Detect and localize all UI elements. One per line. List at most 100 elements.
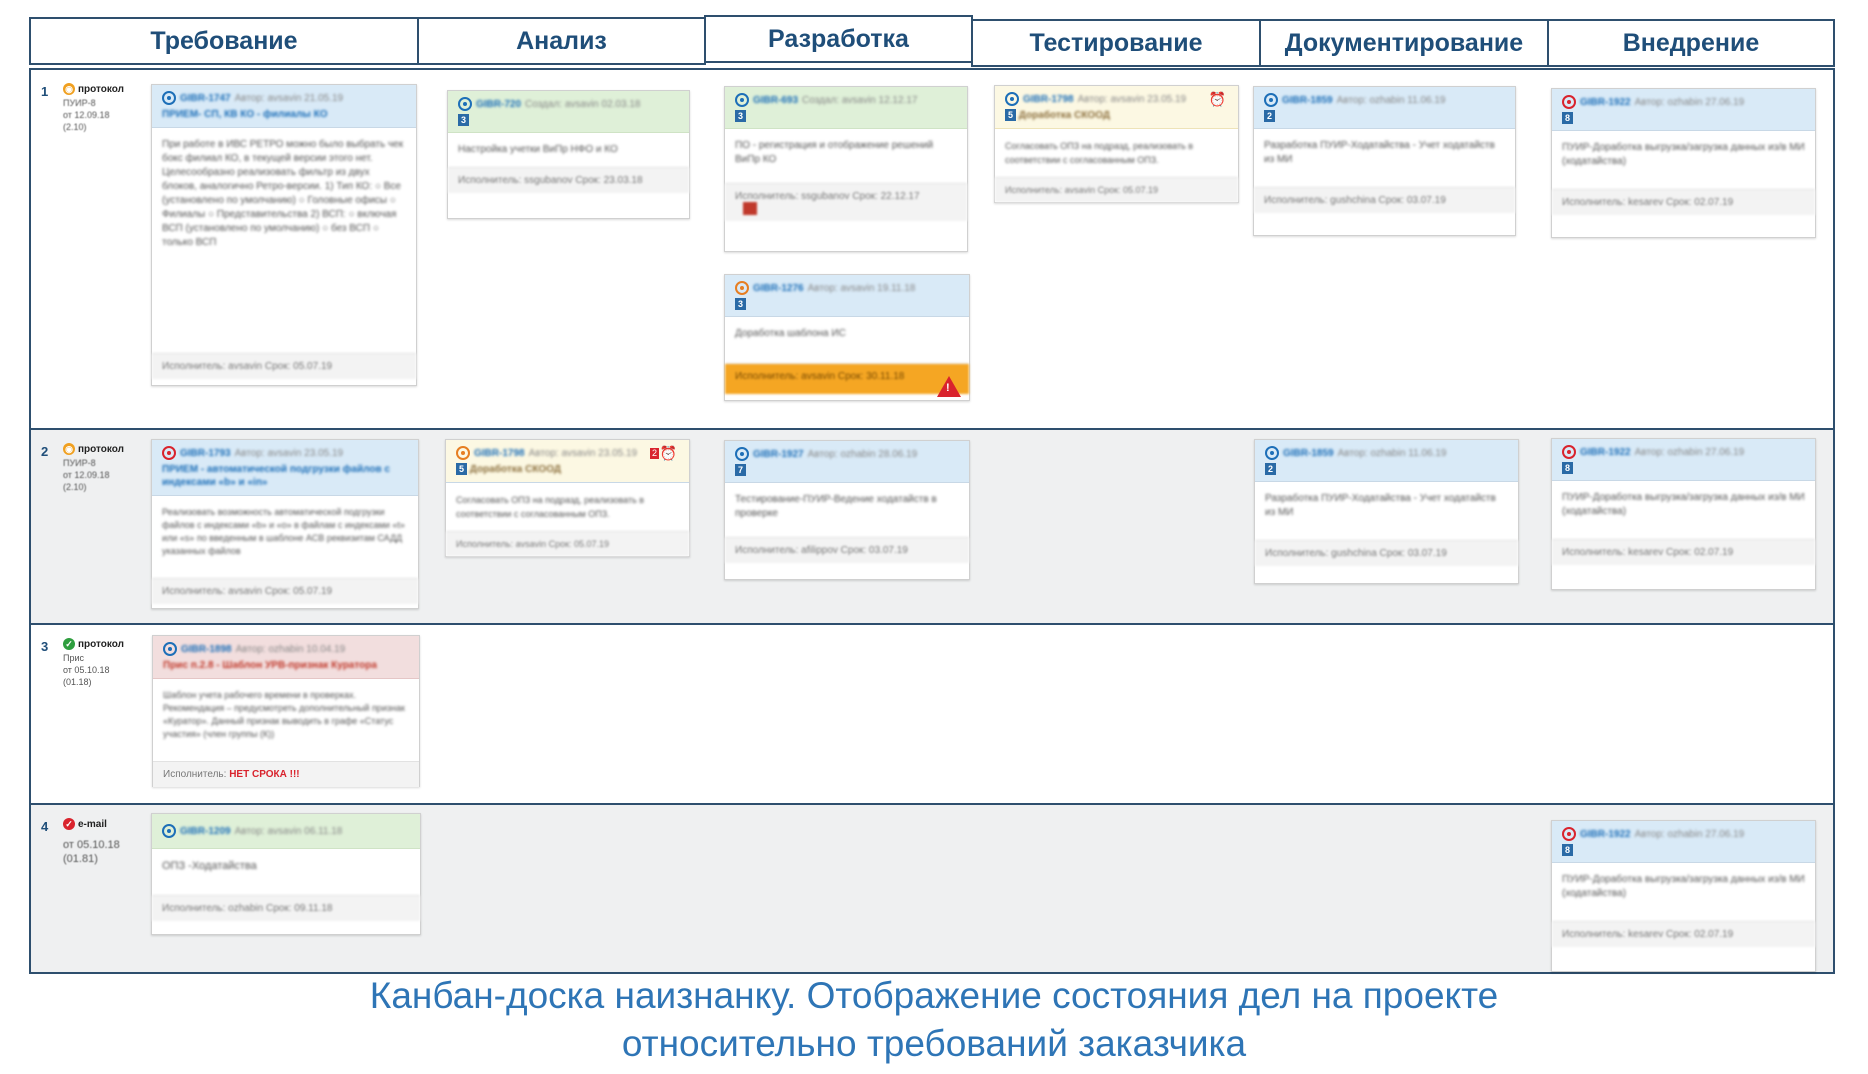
priority-badge: 8 xyxy=(1562,462,1574,474)
task-id[interactable]: GIBR-1922 xyxy=(1580,447,1631,458)
protocol-icon: ◉ xyxy=(63,83,75,95)
task-footer: Исполнитель: avsavin Срок: 05.07.19 xyxy=(152,578,418,604)
row-number: 3 xyxy=(41,639,49,654)
task-footer: Исполнитель: avsavin Срок: 05.07.19 xyxy=(995,177,1238,202)
task-id[interactable]: GIBR-1898 xyxy=(181,644,232,655)
task-card[interactable]: GIBR-720 Создал: avsavin 02.03.18 3 Настро… xyxy=(447,90,690,219)
task-card[interactable]: GIBR-1859 Автор: ozhabin 11.06.19 2 Разраб… xyxy=(1254,439,1519,584)
column-header-documentation: Документирование xyxy=(1259,19,1549,67)
column-header-deployment: Внедрение xyxy=(1547,19,1835,67)
task-id[interactable]: GIBR-693 xyxy=(753,95,798,106)
task-title: ПРИЕМ - автоматической подгрузки файлов … xyxy=(162,464,390,488)
task-card[interactable]: GIBR-1798 Автор: avsavin 23.05.19 5 Дораб… xyxy=(994,85,1239,203)
task-id[interactable]: GIBR-1927 xyxy=(753,449,804,460)
task-author: Автор: ozhabin 11.06.19 xyxy=(1336,94,1446,106)
task-id[interactable]: GIBR-720 xyxy=(476,99,521,110)
task-card[interactable]: GIBR-1209 Автор: avsavin 06.11.18 ОПЗ -Хо… xyxy=(151,813,421,935)
source-date: от 12.09.18 xyxy=(63,110,110,120)
source-info: ✓ протокол Прис от 05.10.18 (01.18) xyxy=(63,638,143,688)
task-body: Тестирование-ПУИР-Ведение ходатайств в п… xyxy=(735,494,937,519)
source-doc: ПУИР-8 xyxy=(63,458,96,468)
column-header-testing: Тестирование xyxy=(971,19,1261,67)
source-date: от 05.10.18 xyxy=(63,665,110,675)
priority-badge: 3 xyxy=(458,114,470,126)
task-card[interactable]: GIBR-1922 Автор: ozhabin 27.06.19 8 ПУИР-Д… xyxy=(1551,88,1816,238)
target-icon xyxy=(458,97,472,111)
task-body: Согласовать ОПЗ на подразд, реализовать … xyxy=(1005,141,1194,165)
caption-line-2: относительно требований заказчика xyxy=(621,1023,1247,1064)
task-id[interactable]: GIBR-1276 xyxy=(753,283,804,294)
task-footer: Исполнитель: kesarev Срок: 02.07.19 xyxy=(1552,539,1815,565)
task-id[interactable]: GIBR-1798 xyxy=(1023,94,1074,105)
priority-badge: 3 xyxy=(735,110,747,122)
source-ref: (2.10) xyxy=(63,122,87,132)
task-footer: Исполнитель: ssgubanov Срок: 22.12.17 xyxy=(735,191,920,202)
overdue-badge: 2 xyxy=(649,448,659,459)
task-body: Шаблон учета рабочего времени в проверка… xyxy=(163,690,405,739)
task-card[interactable]: GIBR-693 Создал: avsavin 12.12.17 3 ПО - р… xyxy=(724,86,968,252)
task-author: Автор: avsavin 06.11.18 xyxy=(234,825,343,837)
task-body: Разработка ПУИР-Ходатайства - Учет ходат… xyxy=(1264,140,1495,165)
task-id[interactable]: GIBR-1922 xyxy=(1580,97,1631,108)
task-body: Настройка учетки ВиПр НФО и КО xyxy=(458,144,618,155)
source-date: от 12.09.18 xyxy=(63,470,110,480)
alarm-clock-icon: ⏰ xyxy=(659,445,677,461)
task-body: Согласовать ОПЗ на подразд, реализовать … xyxy=(456,495,645,519)
task-card[interactable]: GIBR-1927 Автор: ozhabin 28.06.19 7 Тестир… xyxy=(724,440,970,580)
row-number: 4 xyxy=(41,819,49,834)
protocol-icon: ◉ xyxy=(63,443,75,455)
target-icon xyxy=(162,824,176,838)
task-id[interactable]: GIBR-1747 xyxy=(180,93,231,104)
task-card[interactable]: GIBR-1793 Автор: avsavin 23.05.19 ПРИЕМ -… xyxy=(151,439,419,609)
target-icon xyxy=(1264,93,1278,107)
target-icon xyxy=(1562,445,1576,459)
task-body: ПО - регистрация и отображение решений В… xyxy=(735,140,934,165)
task-author: Автор: ozhabin 11.06.19 xyxy=(1337,447,1447,459)
task-author: Создал: avsavin 02.03.18 xyxy=(525,98,641,110)
source-label: протокол xyxy=(78,443,124,455)
task-card[interactable]: GIBR-1922 Автор: ozhabin 27.06.19 8 ПУИР-Д… xyxy=(1551,820,1816,972)
task-body: ПУИР-Доработка выгрузка/загрузка данных … xyxy=(1562,492,1805,517)
priority-badge: 8 xyxy=(1562,112,1574,124)
task-id[interactable]: GIBR-1209 xyxy=(180,826,231,837)
task-footer: Исполнитель: kesarev Срок: 02.07.19 xyxy=(1552,189,1815,215)
source-doc: Прис xyxy=(63,653,85,663)
task-id[interactable]: GIBR-1859 xyxy=(1283,448,1334,459)
target-icon xyxy=(735,447,749,461)
column-header-requirement: Требование xyxy=(29,17,419,65)
task-card[interactable]: GIBR-1922 Автор: ozhabin 27.06.19 8 ПУИР-Д… xyxy=(1551,438,1816,590)
task-card[interactable]: GIBR-1798 Автор: avsavin 23.05.19 5 Дораб… xyxy=(445,439,690,557)
task-author: Автор: avsavin 21.05.19 xyxy=(234,92,344,104)
assignee-label: Исполнитель: xyxy=(163,769,227,780)
task-footer: Исполнитель: ozhabin Срок: 09.11.18 xyxy=(152,895,420,921)
task-body: Доработка шаблона ИС xyxy=(735,328,846,339)
target-icon xyxy=(735,93,749,107)
source-info: ◉ протокол ПУИР-8 от 12.09.18 (2.10) xyxy=(63,443,143,493)
source-label: протокол xyxy=(78,638,124,650)
task-card[interactable]: GIBR-1859 Автор: ozhabin 11.06.19 2 Разраб… xyxy=(1253,86,1516,236)
priority-badge: 8 xyxy=(1562,844,1574,856)
task-footer: Исполнитель: afilippov Срок: 03.07.19 xyxy=(725,537,969,563)
task-author: Автор: avsavin 23.05.19 xyxy=(234,447,344,459)
row-number: 1 xyxy=(41,84,49,99)
alarm-clock-icon: ⏰ xyxy=(1208,91,1226,107)
source-label: протокол xyxy=(78,83,124,95)
check-icon: ✓ xyxy=(63,638,75,650)
task-card[interactable]: GIBR-1898 Автор: ozhabin 10.04.19 Прис п.… xyxy=(152,635,420,787)
priority-badge: 2 xyxy=(1265,463,1277,475)
document-icon[interactable] xyxy=(743,202,757,215)
target-icon xyxy=(1265,446,1279,460)
task-card[interactable]: GIBR-1747 Автор: avsavin 21.05.19 ПРИЕМ- … xyxy=(151,84,417,386)
task-id[interactable]: GIBR-1793 xyxy=(180,448,231,459)
target-icon xyxy=(1562,827,1576,841)
task-footer: Исполнитель: avsavin Срок: 05.07.19 xyxy=(446,531,689,556)
source-label: e-mail xyxy=(78,818,107,830)
task-author: Автор: ozhabin 27.06.19 xyxy=(1634,96,1745,108)
task-id[interactable]: GIBR-1798 xyxy=(474,448,525,459)
task-id[interactable]: GIBR-1922 xyxy=(1580,829,1631,840)
task-body: Разработка ПУИР-Ходатайства - Учет ходат… xyxy=(1265,493,1496,518)
task-id[interactable]: GIBR-1859 xyxy=(1282,95,1333,106)
column-header-analysis: Анализ xyxy=(417,17,706,65)
target-icon xyxy=(1005,92,1019,106)
task-card[interactable]: GIBR-1276 Автор: avsavin 19.11.18 3 Дорабо… xyxy=(724,274,970,401)
